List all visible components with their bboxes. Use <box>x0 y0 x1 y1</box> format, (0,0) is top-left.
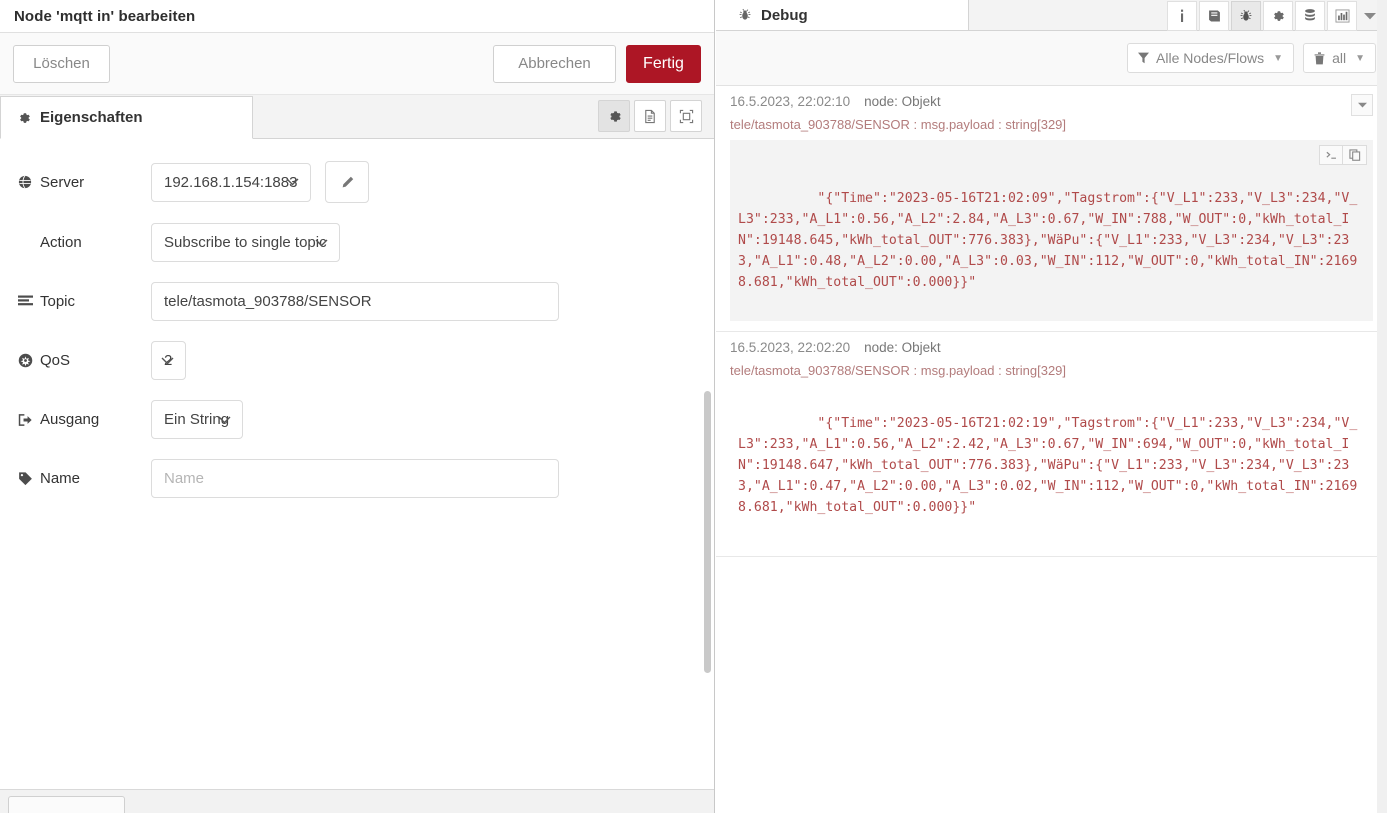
payload-text: "{"Time":"2023-05-16T21:02:09","Tagstrom… <box>738 191 1358 290</box>
clear-debug-label: all <box>1332 50 1347 66</box>
debug-message-source: node: Objekt <box>864 340 941 355</box>
clear-debug-button[interactable]: all ▼ <box>1303 43 1376 73</box>
dialog-tabbar: Eigenschaften <box>0 95 714 139</box>
dialog-titlebar: Node 'mqtt in' bearbeiten <box>0 0 714 33</box>
sidebar-tools <box>1167 0 1381 31</box>
debug-message-payload-0[interactable]: "{"Time":"2023-05-16T21:02:09","Tagstrom… <box>730 140 1373 321</box>
debug-message-header: 16.5.2023, 22:02:10 node: Objekt <box>730 94 1373 109</box>
pencil-icon <box>340 175 355 190</box>
server-select[interactable]: 192.168.1.154:1883 <box>151 162 311 202</box>
trash-icon <box>1314 51 1325 65</box>
dialog-scrollbar[interactable] <box>704 391 711 673</box>
window-right-edge <box>1377 0 1387 813</box>
debug-message-header: 16.5.2023, 22:02:20 node: Objekt <box>730 340 1373 355</box>
done-button[interactable]: Fertig <box>626 44 701 83</box>
book-icon[interactable] <box>1199 0 1229 31</box>
qos-select[interactable]: 2 <box>151 341 186 380</box>
tab-eigenschaften[interactable]: Eigenschaften <box>0 96 253 139</box>
asterisk-circle-icon <box>16 353 34 368</box>
filter-nodes-button[interactable]: Alle Nodes/Flows ▼ <box>1127 43 1295 73</box>
tag-icon <box>16 471 34 486</box>
node-edit-dialog: Node 'mqtt in' bearbeiten Löschen Abbrec… <box>0 0 715 813</box>
label-name: Name <box>16 470 151 487</box>
database-icon[interactable] <box>1295 0 1325 31</box>
name-input[interactable] <box>151 459 559 498</box>
ausgang-select[interactable]: Ein String <box>151 400 243 439</box>
debug-message-timestamp: 16.5.2023, 22:02:20 <box>730 340 851 355</box>
label-topic: Topic <box>16 293 151 310</box>
label-qos-text: QoS <box>40 352 71 369</box>
dialog-footer <box>0 789 714 813</box>
funnel-icon <box>1138 52 1150 64</box>
open-terminal-icon[interactable] <box>1319 145 1343 165</box>
label-server-text: Server <box>40 173 85 191</box>
debug-message-source: node: Objekt <box>864 94 941 109</box>
label-action-text: Action <box>40 234 82 251</box>
topic-input[interactable] <box>151 282 559 321</box>
bug-icon <box>738 8 752 22</box>
debug-sidebar: Debug Alle Nodes/Flows ▼ all ▼ 16.5.2023… <box>716 0 1387 813</box>
label-name-text: Name <box>40 470 81 487</box>
form-row-action: Action Subscribe to single topic <box>0 223 714 262</box>
payload-actions <box>1319 145 1367 165</box>
delete-button[interactable]: Löschen <box>13 44 110 83</box>
form-row-ausgang: Ausgang Ein String <box>0 400 714 439</box>
list-icon <box>16 295 34 308</box>
form-row-qos: QoS 2 <box>0 341 714 380</box>
info-icon[interactable] <box>1167 0 1197 31</box>
action-select[interactable]: Subscribe to single topic <box>151 223 340 262</box>
sign-out-icon <box>16 413 34 427</box>
action-select-wrap: Subscribe to single topic <box>151 223 340 262</box>
expand-icon[interactable] <box>670 100 702 132</box>
bug-icon[interactable] <box>1231 0 1261 31</box>
sidebar-tabbar: Debug <box>716 0 1387 31</box>
label-ausgang: Ausgang <box>16 411 151 428</box>
copy-icon[interactable] <box>1343 145 1367 165</box>
form-row-server: Server 192.168.1.154:1883 <box>0 161 714 203</box>
tab-debug-label: Debug <box>761 6 808 24</box>
dialog-button-bar: Löschen Abbrechen Fertig <box>0 33 714 95</box>
page-title: Node 'mqtt in' bearbeiten <box>14 7 196 25</box>
debug-filter-bar: Alle Nodes/Flows ▼ all ▼ <box>716 31 1387 86</box>
chart-icon[interactable] <box>1327 0 1357 31</box>
filter-nodes-label: Alle Nodes/Flows <box>1156 50 1265 66</box>
description-icon[interactable] <box>634 100 666 132</box>
debug-message[interactable]: 16.5.2023, 22:02:20 node: Objekt tele/ta… <box>716 332 1387 557</box>
debug-message-topic: tele/tasmota_903788/SENSOR : msg.payload… <box>730 363 1067 378</box>
debug-message-expand-button[interactable] <box>1351 94 1373 116</box>
label-topic-text: Topic <box>40 293 76 310</box>
gear-icon[interactable] <box>598 100 630 132</box>
debug-message[interactable]: 16.5.2023, 22:02:10 node: Objekt tele/ta… <box>716 86 1387 332</box>
payload-text: "{"Time":"2023-05-16T21:02:19","Tagstrom… <box>738 416 1358 515</box>
debug-message-list: 16.5.2023, 22:02:10 node: Objekt tele/ta… <box>716 86 1387 813</box>
debug-message-topic: tele/tasmota_903788/SENSOR : msg.payload… <box>730 117 1067 132</box>
debug-message-timestamp: 16.5.2023, 22:02:10 <box>730 94 851 109</box>
chevron-down-icon: ▼ <box>1355 52 1365 64</box>
debug-message-payload-1[interactable]: "{"Time":"2023-05-16T21:02:19","Tagstrom… <box>730 386 1373 546</box>
label-action: Action <box>16 234 151 251</box>
cancel-button[interactable]: Abbrechen <box>493 44 616 83</box>
globe-icon <box>16 175 34 189</box>
edit-server-button[interactable] <box>325 161 369 203</box>
label-server: Server <box>16 174 151 191</box>
form-row-name: Name <box>0 459 714 498</box>
tab-eigenschaften-label: Eigenschaften <box>40 109 143 126</box>
server-select-wrap: 192.168.1.154:1883 <box>151 162 311 202</box>
node-properties-form: Server 192.168.1.154:1883 Action Subscri… <box>0 139 714 813</box>
chevron-down-icon: ▼ <box>1273 52 1284 64</box>
ausgang-select-wrap: Ein String <box>151 400 243 439</box>
gear-icon[interactable] <box>1263 0 1293 31</box>
gear-icon <box>17 111 31 125</box>
label-qos: QoS <box>16 352 151 369</box>
dialog-tab-tools <box>598 100 702 132</box>
label-ausgang-text: Ausgang <box>40 411 100 428</box>
form-row-topic: Topic <box>0 282 714 321</box>
tab-debug[interactable]: Debug <box>716 0 969 30</box>
footer-partial-button[interactable] <box>8 796 125 813</box>
qos-select-wrap: 2 <box>151 341 186 380</box>
